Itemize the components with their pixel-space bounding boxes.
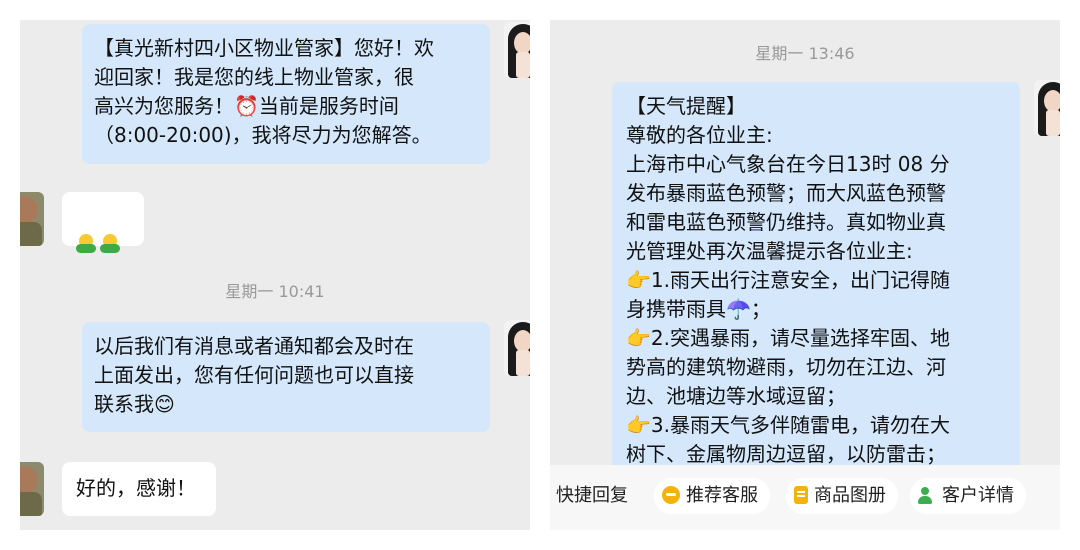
customer-details-label: 客户详情 bbox=[942, 485, 1014, 506]
chat-icon bbox=[662, 486, 680, 504]
user-icon bbox=[918, 486, 936, 504]
catalog-icon bbox=[794, 486, 808, 504]
resident-emoji-bubble bbox=[62, 192, 144, 253]
resident-avatar[interactable] bbox=[20, 462, 44, 516]
recommend-service-button[interactable]: 推荐客服 bbox=[654, 478, 770, 514]
hugging-face-emoji-icon bbox=[100, 234, 120, 254]
resident-reply-bubble: 好的，感谢！ bbox=[62, 462, 216, 516]
resident-avatar[interactable] bbox=[20, 192, 44, 246]
right-chat-panel: 星期一 13:46 【天气提醒】 尊敬的各位业主: 上海市中心气象台在今日13时… bbox=[550, 20, 1060, 530]
manager-notice-bubble: 以后我们有消息或者通知都会及时在 上面发出，您有任何问题也可以直接 联系我😊 bbox=[82, 322, 490, 432]
manager-avatar[interactable] bbox=[1034, 80, 1060, 136]
product-catalog-button[interactable]: 商品图册 bbox=[786, 478, 898, 514]
timestamp: 星期一 13:46 bbox=[755, 44, 855, 63]
timestamp: 星期一 10:41 bbox=[225, 282, 325, 301]
manager-welcome-bubble: 【真光新村四小区物业管家】您好！欢 迎回家！我是您的线上物业管家，很 高兴为您服… bbox=[82, 24, 490, 164]
hugging-face-emoji-icon bbox=[76, 234, 96, 254]
weather-alert-bubble: 【天气提醒】 尊敬的各位业主: 上海市中心气象台在今日13时 08 分 发布暴雨… bbox=[612, 82, 1020, 502]
left-chat-panel: 【真光新村四小区物业管家】您好！欢 迎回家！我是您的线上物业管家，很 高兴为您服… bbox=[20, 20, 530, 530]
recommend-service-label: 推荐客服 bbox=[686, 485, 758, 506]
manager-avatar[interactable] bbox=[504, 320, 530, 376]
manager-avatar[interactable] bbox=[504, 22, 530, 78]
quick-action-bar: 快捷回复 推荐客服 商品图册 客户详情 bbox=[550, 465, 1060, 530]
quick-reply-button[interactable]: 快捷回复 bbox=[556, 478, 628, 514]
product-catalog-label: 商品图册 bbox=[814, 485, 886, 506]
customer-details-button[interactable]: 客户详情 bbox=[910, 478, 1026, 514]
